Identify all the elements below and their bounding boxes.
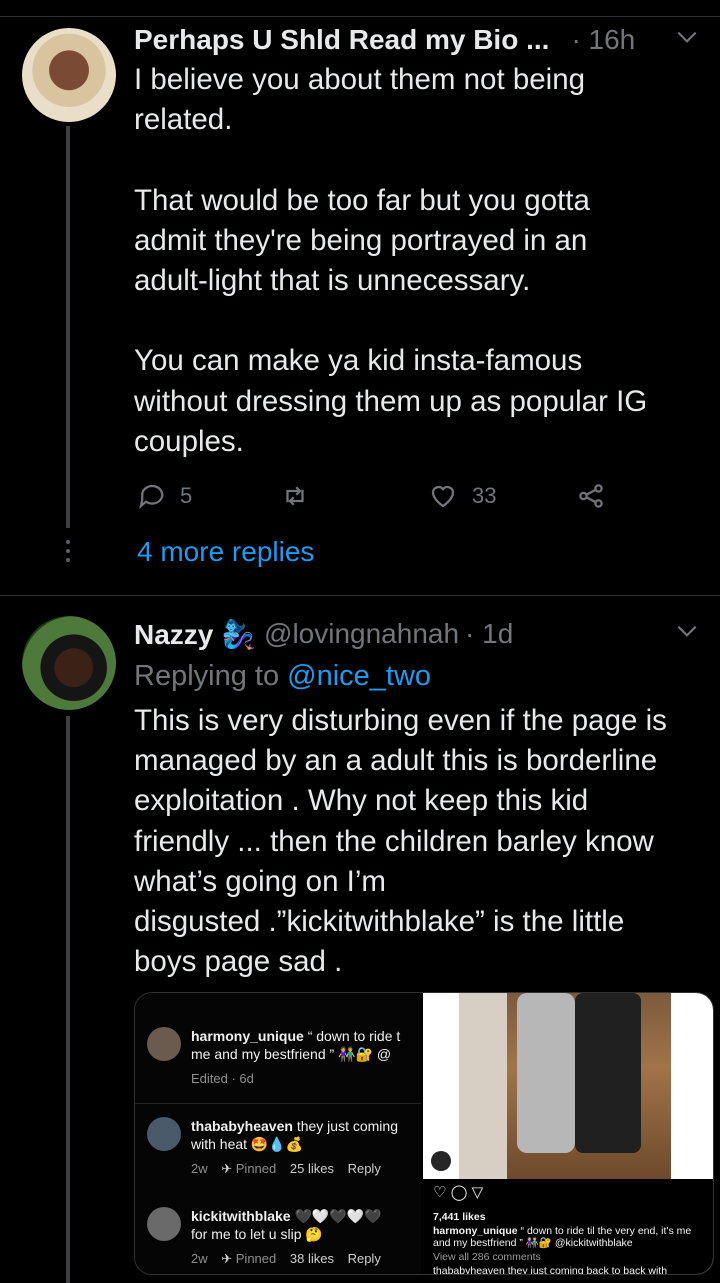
tweet-header: Nazzy 🧞‍♀️ @lovingnahnah · 1d <box>134 614 700 654</box>
thread-dots <box>66 540 70 567</box>
thread-line <box>66 126 70 528</box>
tweet-text: I believe you about them not being relat… <box>134 63 648 458</box>
comment-text-line2: for me to let u slip 🤔 <box>191 1226 323 1242</box>
comment-meta: 2w ✈ Pinned 25 likes Reply <box>191 1161 381 1176</box>
replying-to: Replying to @nice_two <box>134 660 431 693</box>
reply-button[interactable]: 5 <box>136 476 192 516</box>
thread-line <box>66 716 70 1283</box>
comment-text-line2: with heat 🤩💧💰 <box>191 1136 304 1152</box>
avatar[interactable] <box>22 28 116 122</box>
post-photo <box>459 993 671 1179</box>
chevron-down-icon[interactable] <box>674 618 700 644</box>
comment-meta: 2w ✈ Pinned 38 likes Reply <box>191 1251 381 1266</box>
replying-label: Replying to <box>134 660 280 692</box>
post-footer: ♡ ◯ ▽ 7,441 likes harmony_unique “ down … <box>423 1179 713 1275</box>
retweet-icon <box>286 486 304 506</box>
timestamp[interactable]: · 1d <box>465 618 513 650</box>
attached-image[interactable]: harmony_unique “ down to ride t me and m… <box>134 992 714 1275</box>
reply-count: 5 <box>180 483 193 508</box>
share-button[interactable] <box>576 476 606 516</box>
display-name[interactable]: Perhaps U Shld Read my Bio ... <box>134 24 549 56</box>
avatar <box>147 1117 181 1151</box>
display-name[interactable]: Nazzy 🧞‍♀️ <box>134 618 256 651</box>
comments-screenshot: harmony_unique “ down to ride t me and m… <box>135 993 421 1274</box>
reply-icon <box>139 484 164 510</box>
comment-separator <box>135 1103 421 1104</box>
tweet-header: Perhaps U Shld Read my Bio ... · 16h <box>134 20 700 60</box>
like-count: 33 <box>472 483 497 508</box>
like-button[interactable]: 33 <box>428 476 496 516</box>
instagram-post-screenshot: ♡ ◯ ▽ 7,441 likes harmony_unique “ down … <box>423 993 713 1275</box>
comment-text-line2: me and my bestfriend ” 👫🔐 @ <box>191 1046 392 1062</box>
comment-meta: Edited · 6d <box>191 1071 254 1086</box>
comment-text: thababyheaven they just coming <box>191 1118 398 1134</box>
post-action-icons: ♡ ◯ ▽ <box>433 1184 484 1201</box>
user-handle[interactable]: @lovingnahnah <box>264 618 459 650</box>
tweet-actions: 5 33 <box>134 476 614 516</box>
avatar <box>147 1027 181 1061</box>
post-likes: 7,441 likes <box>433 1211 486 1223</box>
view-all-comments: View all 286 comments <box>433 1251 541 1263</box>
timestamp[interactable]: · 16h <box>571 24 635 56</box>
share-icon <box>579 484 603 508</box>
retweet-button[interactable] <box>280 476 310 516</box>
heart-icon <box>431 485 455 508</box>
post-caption: harmony_unique “ down to ride til the ve… <box>433 1225 692 1249</box>
tweet-1[interactable]: Perhaps U Shld Read my Bio ... · 16h I b… <box>0 0 720 595</box>
avatar[interactable] <box>22 616 116 710</box>
chevron-down-icon[interactable] <box>674 24 700 50</box>
comment-text: kickitwithblake 🖤🤍🖤🤍🖤 <box>191 1208 382 1224</box>
replying-handle-link[interactable]: @nice_two <box>287 660 431 692</box>
more-replies-link[interactable]: 4 more replies <box>137 536 314 568</box>
avatar <box>147 1207 181 1241</box>
tweet-text: This is very disturbing even if the page… <box>134 704 667 979</box>
comment-text: harmony_unique “ down to ride t <box>191 1028 401 1044</box>
tag-icon <box>431 1151 451 1171</box>
post-next-comment: thababyheaven they just coming back to b… <box>433 1265 668 1275</box>
